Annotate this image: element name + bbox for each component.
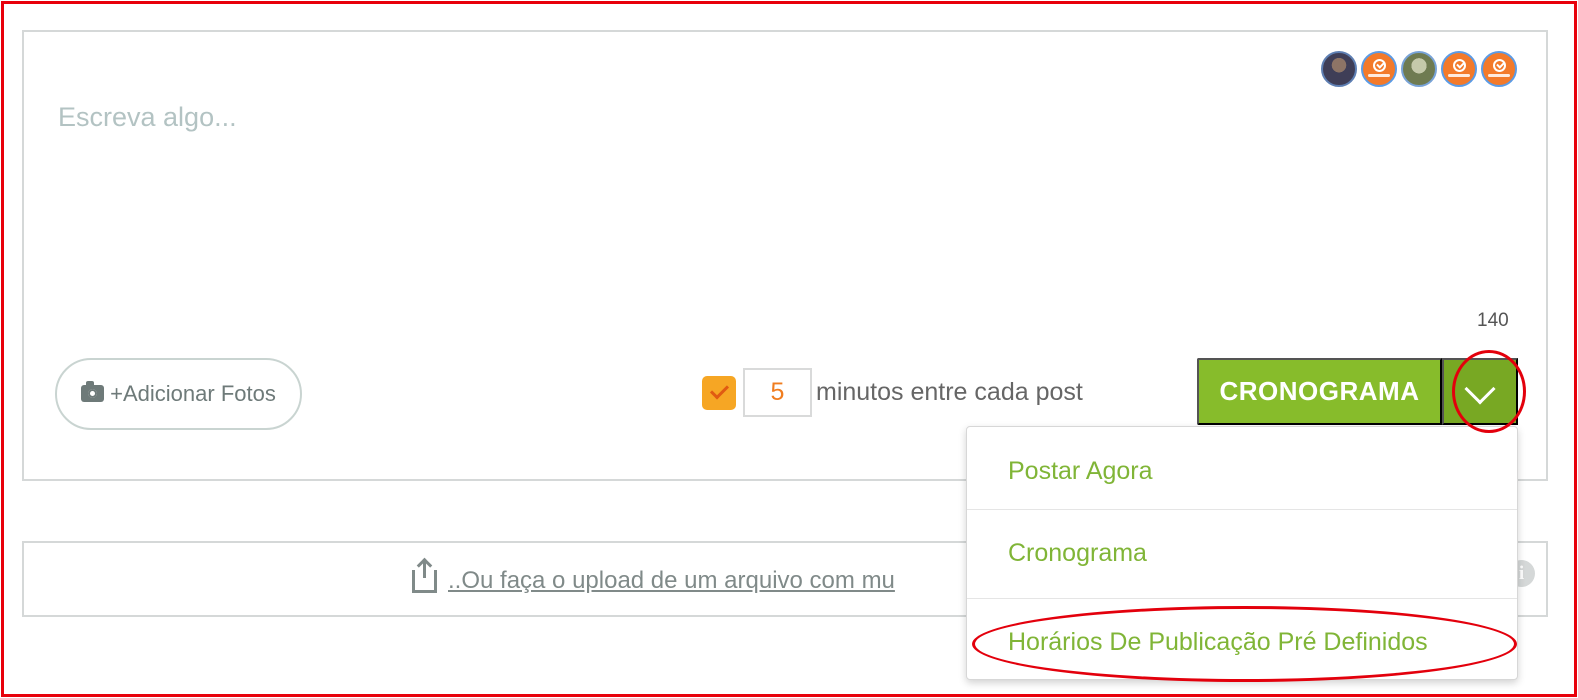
menu-item-label: Cronograma bbox=[1008, 539, 1147, 567]
schedule-button-label: CRONOGRAMA bbox=[1219, 376, 1420, 406]
chevron-down-icon bbox=[1464, 373, 1496, 405]
minutes-between-posts-label: minutos entre cada post bbox=[816, 378, 1083, 406]
menu-item-post-now[interactable]: Postar Agora bbox=[967, 427, 1517, 515]
account-avatar-2[interactable] bbox=[1361, 51, 1397, 87]
add-photos-button[interactable]: +Adicionar Fotos bbox=[55, 358, 302, 430]
brand-wordmark-icon bbox=[1488, 74, 1510, 77]
bulk-upload-text: ..Ou faça o upload de um arquivo com mu bbox=[448, 567, 895, 594]
brand-wordmark-icon bbox=[1368, 74, 1390, 77]
schedule-button[interactable]: CRONOGRAMA bbox=[1197, 358, 1442, 425]
post-composer[interactable]: Escreva algo... 140 +Adicionar Fotos min… bbox=[22, 30, 1548, 481]
account-avatar-5[interactable] bbox=[1481, 51, 1517, 87]
post-text-area[interactable]: Escreva algo... bbox=[58, 102, 237, 133]
brand-logo-icon bbox=[1373, 59, 1386, 72]
post-interval-checkbox[interactable] bbox=[702, 376, 736, 410]
brand-logo-icon bbox=[1493, 59, 1506, 72]
account-avatar-4[interactable] bbox=[1441, 51, 1477, 87]
add-photos-label: +Adicionar Fotos bbox=[110, 381, 276, 406]
character-counter: 140 bbox=[1477, 310, 1509, 331]
brand-wordmark-icon bbox=[1448, 74, 1470, 77]
account-avatar-1[interactable] bbox=[1321, 51, 1357, 87]
menu-item-label: Postar Agora bbox=[1008, 456, 1153, 485]
camera-icon bbox=[81, 380, 105, 402]
upload-icon bbox=[412, 558, 437, 593]
schedule-options-menu: Postar Agora Cronograma Horários De Publ… bbox=[966, 426, 1518, 680]
schedule-options-toggle[interactable] bbox=[1442, 358, 1518, 425]
minutes-between-posts-input[interactable] bbox=[743, 368, 812, 417]
menu-item-predefined-times[interactable]: Horários De Publicação Pré Definidos bbox=[967, 598, 1517, 686]
account-avatar-3[interactable] bbox=[1401, 51, 1437, 87]
bulk-upload-link[interactable]: ..Ou faça o upload de um arquivo com mu bbox=[412, 558, 895, 595]
menu-item-label: Horários De Publicação Pré Definidos bbox=[1008, 628, 1428, 656]
menu-item-schedule[interactable]: Cronograma bbox=[967, 509, 1517, 597]
brand-logo-icon bbox=[1453, 59, 1466, 72]
